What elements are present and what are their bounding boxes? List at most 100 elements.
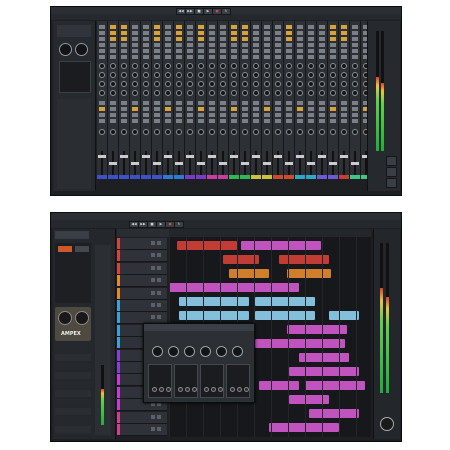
plugin-knob[interactable] [152,346,163,357]
channel-button[interactable] [110,101,116,105]
insert-slot[interactable] [352,31,358,35]
channel-button[interactable] [330,107,336,111]
plugin-knob[interactable] [168,346,179,357]
preset-list-item[interactable] [55,390,91,397]
send-knob[interactable] [154,81,160,87]
channel-button[interactable] [132,107,138,111]
channel-button[interactable] [165,113,171,117]
send-knob[interactable] [121,90,127,96]
channel-button[interactable] [341,113,347,117]
channel-fader[interactable] [109,162,117,165]
insert-slot[interactable] [121,31,127,35]
channel-button[interactable] [242,101,248,105]
insert-slot[interactable] [231,49,237,53]
channel-fader[interactable] [274,155,282,158]
insert-slot[interactable] [132,49,138,53]
channel-button[interactable] [154,101,160,105]
pan-knob[interactable] [121,129,127,135]
solo-button[interactable] [157,265,161,270]
channel-button[interactable] [99,107,105,111]
send-knob[interactable] [330,81,336,87]
send-knob[interactable] [319,63,325,69]
insert-slot[interactable] [253,43,259,47]
channel-button[interactable] [231,113,237,117]
insert-slot[interactable] [121,49,127,53]
insert-slot[interactable] [308,31,314,35]
preset-list-item[interactable] [55,345,91,352]
pan-knob[interactable] [99,129,105,135]
send-knob[interactable] [286,81,292,87]
insert-slot[interactable] [253,49,259,53]
channel-button[interactable] [187,101,193,105]
channel-button[interactable] [121,107,127,111]
insert-slot[interactable] [143,37,149,41]
send-knob[interactable] [165,63,171,69]
arrange-clip[interactable] [289,395,329,404]
send-knob[interactable] [187,63,193,69]
channel-button[interactable] [319,101,325,105]
preset-list-item[interactable] [55,426,91,433]
send-knob[interactable] [286,72,292,78]
channel-button[interactable] [319,113,325,117]
insert-slot[interactable] [110,25,116,29]
channel-button[interactable] [330,101,336,105]
insert-slot[interactable] [220,25,226,29]
solo-button[interactable] [157,303,161,307]
scope-knob[interactable] [204,387,209,392]
arrange-clip[interactable] [255,311,315,320]
send-knob[interactable] [220,63,226,69]
send-knob[interactable] [187,81,193,87]
insert-slot[interactable] [352,43,358,47]
insert-slot[interactable] [308,49,314,53]
send-knob[interactable] [231,90,237,96]
send-knob[interactable] [198,72,204,78]
insert-slot[interactable] [154,55,160,59]
channel-fader[interactable] [175,162,183,165]
insert-slot[interactable] [231,43,237,47]
send-knob[interactable] [165,72,171,78]
channel-fader[interactable] [131,162,139,165]
insert-slot[interactable] [242,49,248,53]
channel-button[interactable] [121,119,127,123]
insert-slot[interactable] [275,55,281,59]
channel-button[interactable] [176,119,182,123]
channel-fader[interactable] [340,155,348,158]
send-knob[interactable] [264,81,270,87]
insert-slot[interactable] [242,25,248,29]
insert-slot[interactable] [352,55,358,59]
arrange-clip[interactable] [179,297,249,306]
channel-button[interactable] [242,113,248,117]
preset-list-item[interactable] [55,417,91,424]
channel-fader[interactable] [285,162,293,165]
send-knob[interactable] [264,63,270,69]
send-knob[interactable] [209,72,215,78]
pan-knob[interactable] [165,129,171,135]
channel-button[interactable] [308,101,314,105]
send-knob[interactable] [132,72,138,78]
channel-button[interactable] [110,119,116,123]
plugin-window[interactable] [143,323,255,403]
channel-button[interactable] [132,113,138,117]
channel-fader[interactable] [120,155,128,158]
send-knob[interactable] [132,90,138,96]
channel-button[interactable] [297,113,303,117]
channel-button[interactable] [110,113,116,117]
insert-slot[interactable] [110,31,116,35]
send-knob[interactable] [99,63,105,69]
insert-slot[interactable] [253,25,259,29]
insert-slot[interactable] [132,31,138,35]
insert-slot[interactable] [143,43,149,47]
channel-button[interactable] [198,101,204,105]
send-knob[interactable] [341,72,347,78]
insert-slot[interactable] [187,55,193,59]
channel-button[interactable] [242,107,248,111]
mute-button[interactable] [151,253,155,258]
channel-fader[interactable] [186,155,194,158]
insert-slot[interactable] [198,37,204,41]
insert-slot[interactable] [143,31,149,35]
channel-button[interactable] [99,101,105,105]
arrange-clip[interactable] [289,367,359,376]
track-header[interactable] [117,411,167,424]
channel-button[interactable] [143,101,149,105]
channel-button[interactable] [264,107,270,111]
